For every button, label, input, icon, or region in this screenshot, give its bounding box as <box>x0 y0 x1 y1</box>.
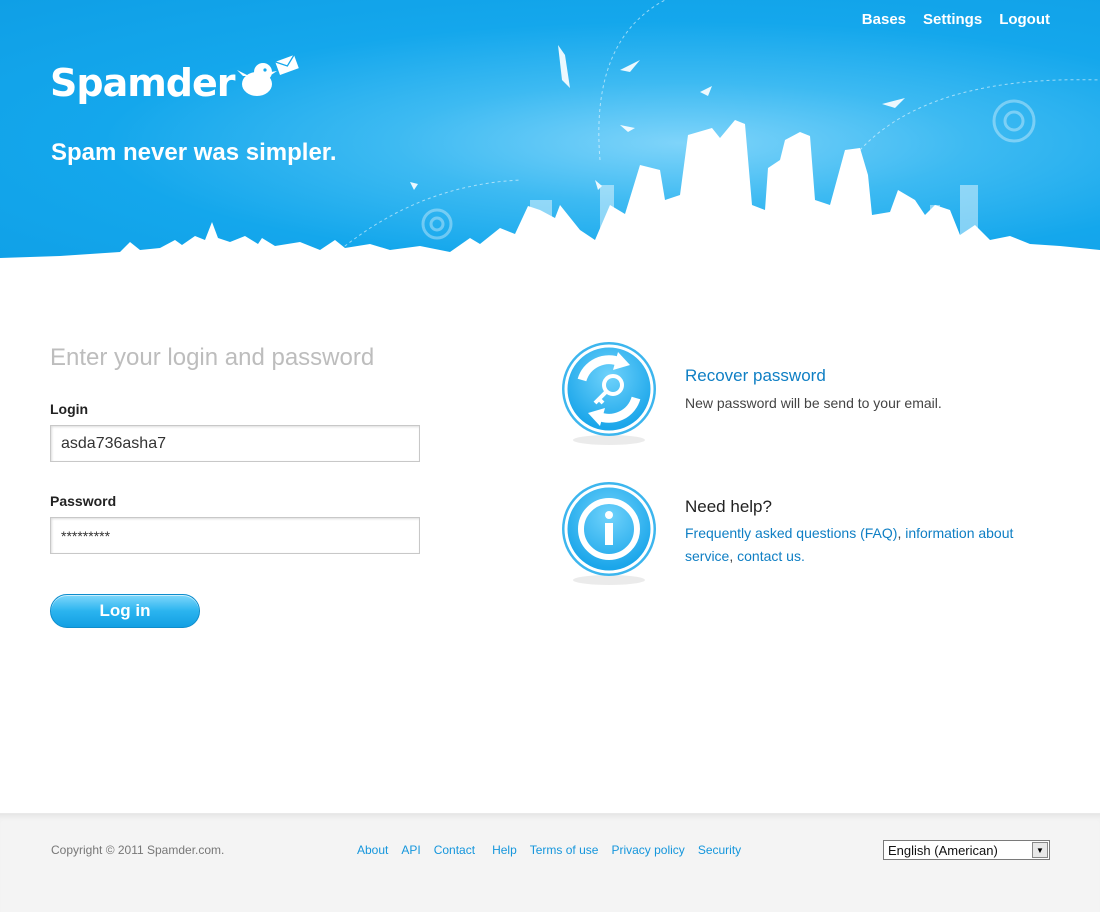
top-navigation: Bases Settings Logout <box>862 11 1050 28</box>
login-input[interactable]: asda736asha7 <box>50 425 420 462</box>
password-label: Password <box>50 493 117 509</box>
password-input[interactable]: ********* <box>50 517 420 554</box>
recover-password-link: Recover password <box>685 366 826 386</box>
site-footer: Copyright © 2011 Spamder.com. About API … <box>0 813 1100 912</box>
main-content: Enter your login and password Login asda… <box>0 260 1100 813</box>
footer-link-api[interactable]: API <box>401 843 420 857</box>
help-text: Frequently asked questions (FAQ), inform… <box>685 522 1045 568</box>
logo[interactable]: Spamder <box>50 52 301 102</box>
language-value: English (American) <box>888 843 998 858</box>
help-end: . <box>800 548 805 564</box>
nav-bases[interactable]: Bases <box>862 11 906 28</box>
recover-password-title[interactable]: Recover password <box>685 366 826 385</box>
footer-link-privacy[interactable]: Privacy policy <box>611 843 684 857</box>
help-separator-2: , <box>729 548 738 564</box>
login-button[interactable]: Log in <box>50 594 200 628</box>
form-title: Enter your login and password <box>50 344 375 371</box>
footer-link-contact[interactable]: Contact <box>434 843 475 857</box>
site-header: Bases Settings Logout Spamder Spam never… <box>0 0 1100 260</box>
language-select[interactable]: English (American) ▼ <box>883 840 1050 860</box>
footer-link-about[interactable]: About <box>357 843 388 857</box>
faq-link[interactable]: Frequently asked questions (FAQ) <box>685 525 897 541</box>
refresh-key-icon[interactable] <box>558 340 660 448</box>
info-icon <box>562 482 656 585</box>
footer-link-terms[interactable]: Terms of use <box>530 843 599 857</box>
bird-envelope-icon <box>236 54 299 96</box>
footer-link-help[interactable]: Help <box>492 843 517 857</box>
footer-link-security[interactable]: Security <box>698 843 741 857</box>
logo-text: Spamder <box>50 61 236 105</box>
login-label: Login <box>50 401 89 417</box>
copyright: Copyright © 2011 Spamder.com. <box>51 843 225 857</box>
contact-link[interactable]: contact us <box>737 548 801 564</box>
nav-settings[interactable]: Settings <box>923 11 982 28</box>
tagline: Spam never was simpler. <box>51 139 337 166</box>
nav-logout[interactable]: Logout <box>999 11 1050 28</box>
recover-password-text: New password will be send to your email. <box>685 395 942 411</box>
footer-links: About API Contact Help Terms of use Priv… <box>357 843 741 857</box>
help-title: Need help? <box>685 497 772 516</box>
city-skyline-illustration <box>0 0 1100 260</box>
dropdown-arrow-icon[interactable]: ▼ <box>1032 842 1048 858</box>
